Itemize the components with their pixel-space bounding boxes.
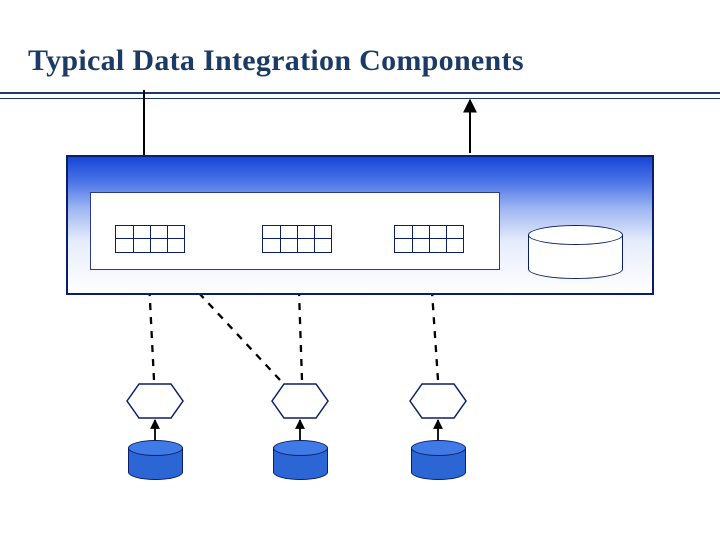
page-title: Typical Data Integration Components (28, 44, 524, 78)
source-database-2 (273, 440, 328, 478)
staging-table-3 (394, 225, 464, 253)
target-database-icon (528, 225, 623, 275)
source-database-3 (411, 440, 466, 478)
slide-root: Typical Data Integration Components (0, 0, 720, 540)
staging-table-1 (115, 225, 185, 253)
title-underline (0, 92, 720, 94)
process-hexagon-2 (260, 382, 340, 420)
process-hexagon-3 (398, 382, 478, 420)
title-underline-thin (0, 98, 720, 99)
source-database-1 (128, 440, 183, 478)
process-hexagon-1 (115, 382, 195, 420)
staging-table-2 (262, 225, 332, 253)
